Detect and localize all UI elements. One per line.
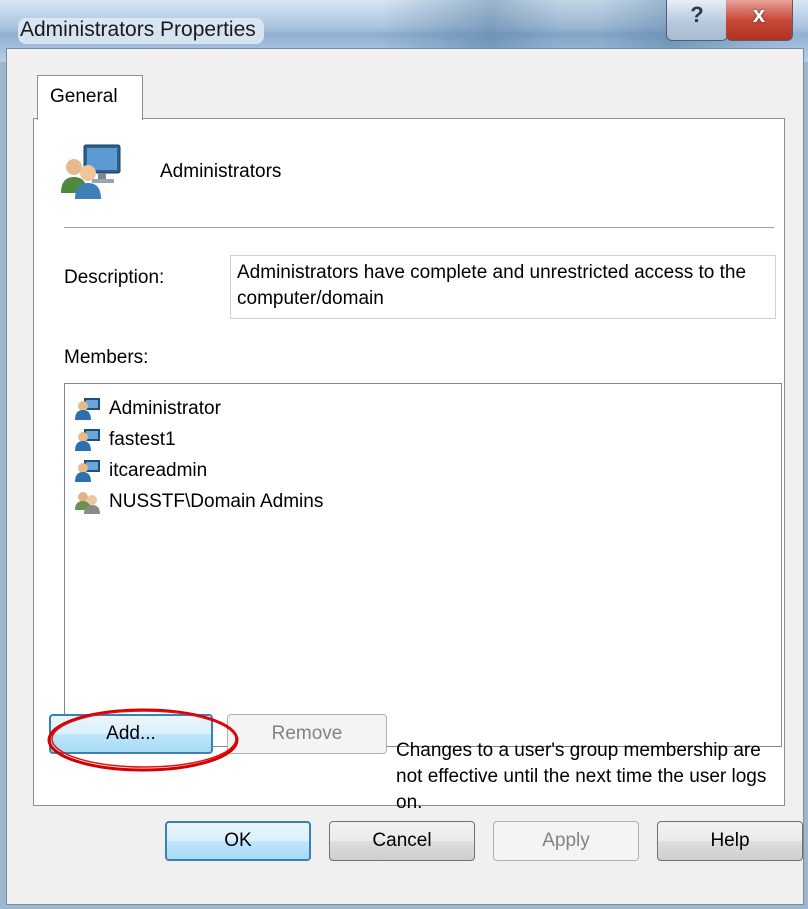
dialog-body: General Administrators Description: Admi… <box>6 48 804 905</box>
divider <box>64 227 774 228</box>
member-name: fastest1 <box>109 429 176 450</box>
membership-notice: Changes to a user's group membership are… <box>396 740 767 813</box>
members-label: Members: <box>64 347 149 368</box>
group-name: Administrators <box>160 161 282 182</box>
member-name: Administrator <box>109 398 221 419</box>
members-list[interactable]: Administrator fastest1 itcareadmin NUSST… <box>64 383 782 747</box>
tab-general[interactable]: General <box>37 75 143 120</box>
remove-button[interactable]: Remove <box>227 714 387 754</box>
help-icon: ? <box>690 2 704 27</box>
help-dialog-button[interactable]: Help <box>657 821 803 861</box>
description-label: Description: <box>64 267 165 288</box>
general-tab-panel: Administrators Description: Administrato… <box>33 118 785 813</box>
cancel-button[interactable]: Cancel <box>329 821 475 861</box>
ok-button[interactable]: OK <box>165 821 311 861</box>
close-button[interactable]: x <box>726 0 793 41</box>
member-name: NUSSTF\Domain Admins <box>109 491 324 512</box>
tab-label: General <box>50 86 118 107</box>
member-name: itcareadmin <box>109 460 208 481</box>
user-icon <box>75 460 100 482</box>
domain-group-icon <box>75 492 100 514</box>
user-icon <box>75 429 100 451</box>
help-button[interactable]: ? <box>666 0 728 41</box>
description-field[interactable]: Administrators have complete and unrestr… <box>230 255 776 319</box>
users-group-icon <box>61 144 121 199</box>
close-icon: x <box>752 2 766 27</box>
add-button[interactable]: Add... <box>49 714 213 754</box>
window-title: Administrators Properties <box>18 18 264 44</box>
apply-button[interactable]: Apply <box>493 821 639 861</box>
user-icon <box>75 398 100 420</box>
